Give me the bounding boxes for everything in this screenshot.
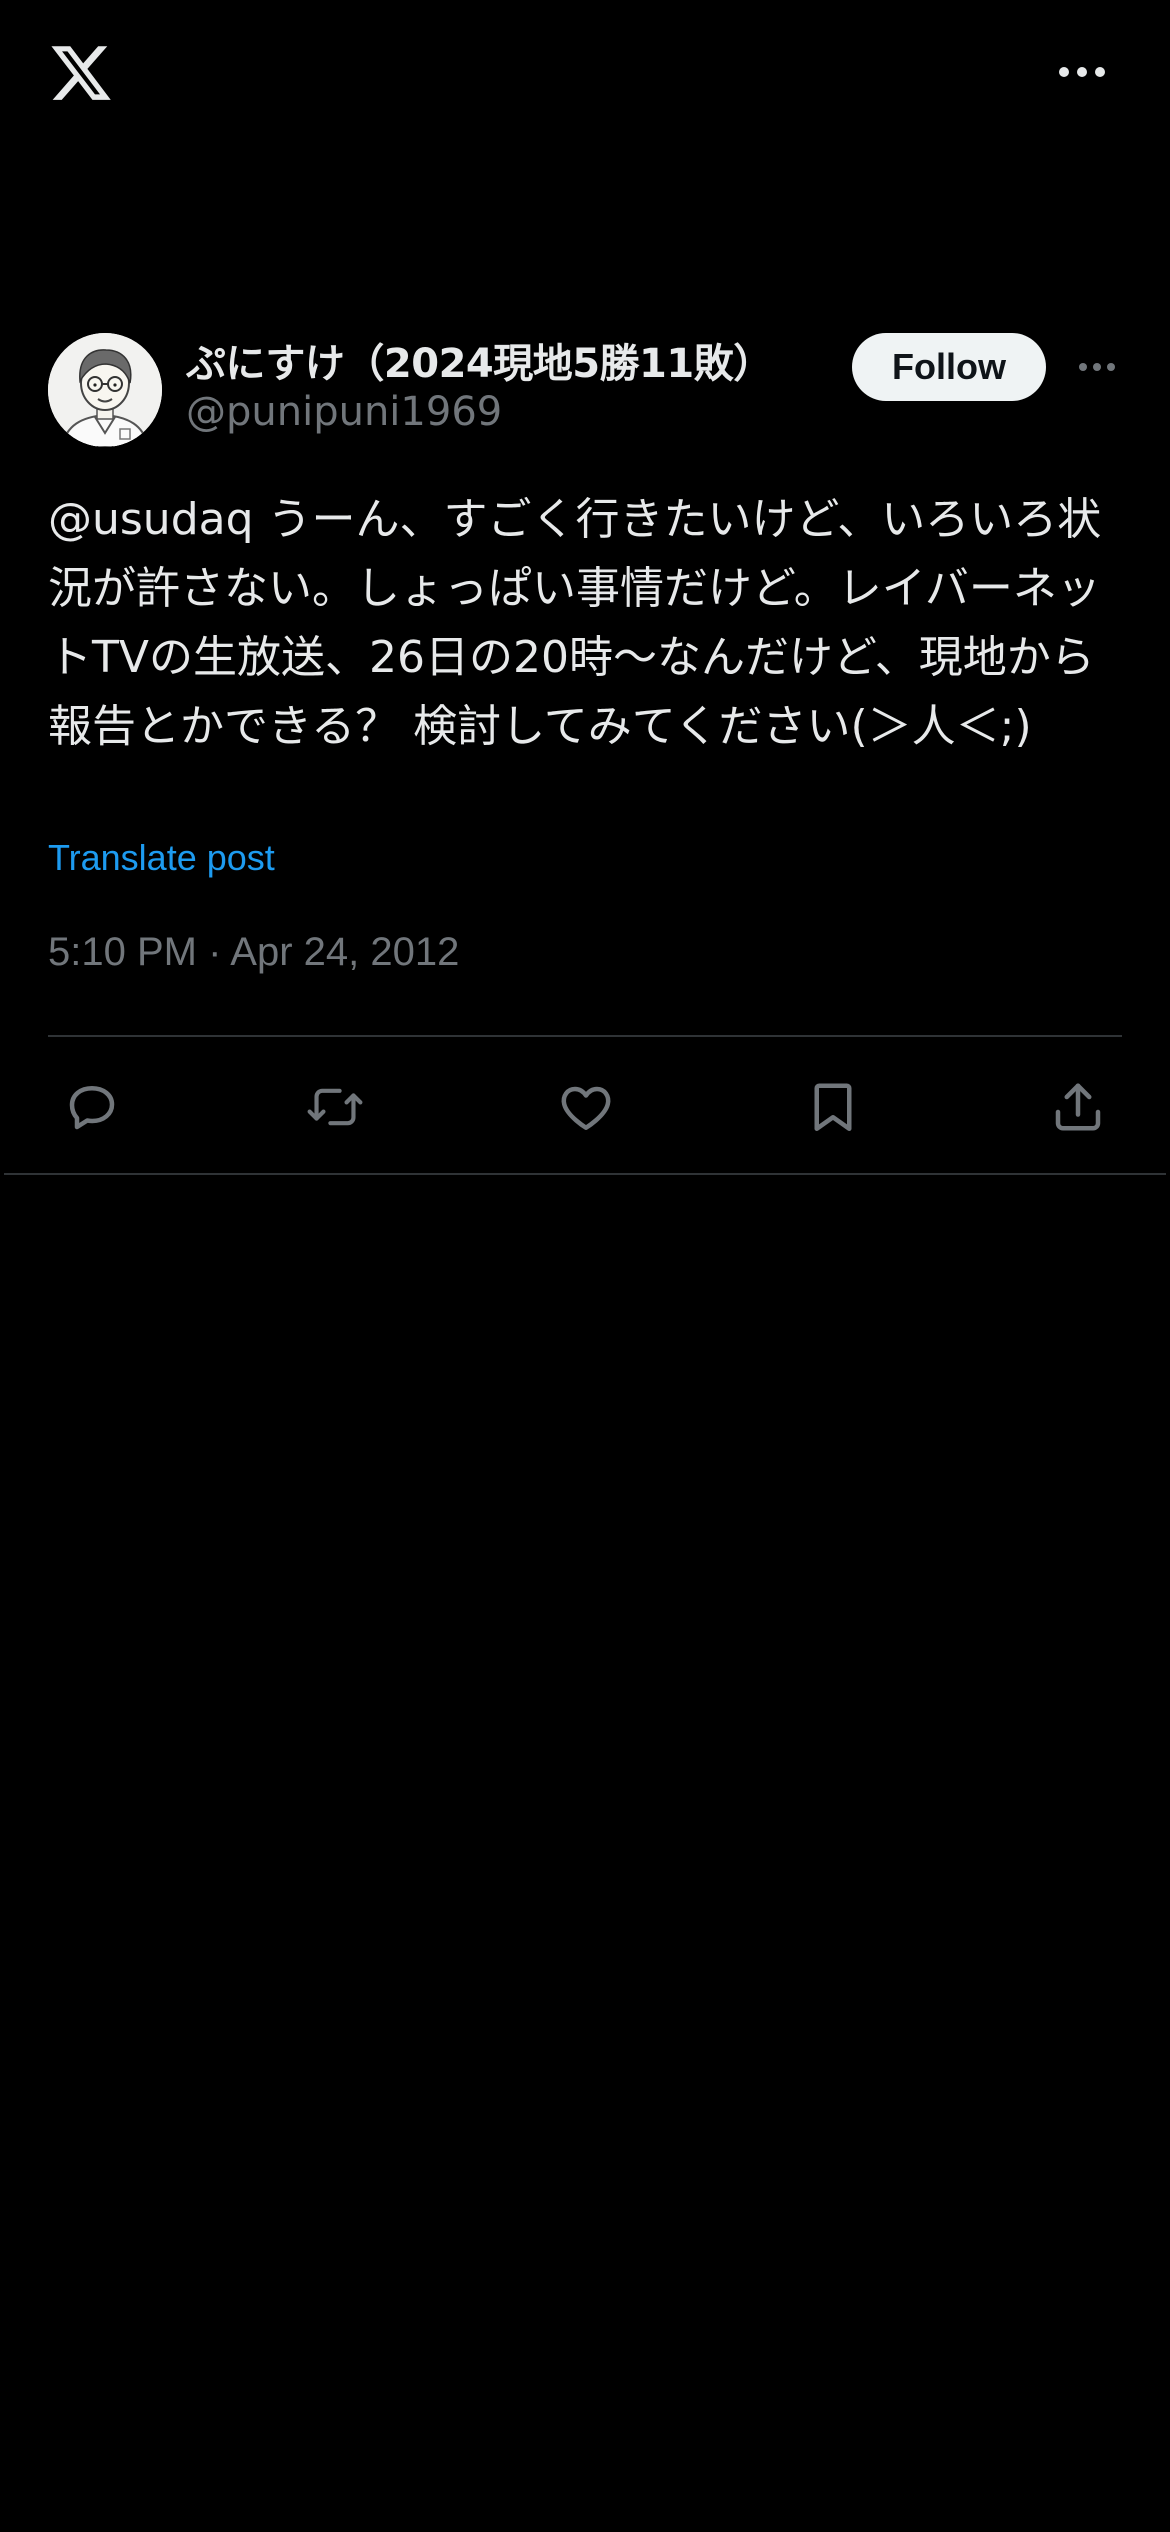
- tweet-timestamp[interactable]: 5:10 PM · Apr 24, 2012: [48, 930, 459, 975]
- tweet-text: @usudaq うーん、すごく行きたいけど、いろいろ状況が許さない。しょっぱい事…: [48, 494, 1102, 752]
- author-display-name[interactable]: ぷにすけ（2024現地5勝11敗）: [186, 331, 773, 389]
- author-handle[interactable]: @punipuni1969: [186, 389, 502, 435]
- bookmark-icon[interactable]: [803, 1077, 863, 1137]
- retweet-icon[interactable]: [305, 1077, 365, 1137]
- translate-post-link[interactable]: Translate post: [48, 837, 275, 879]
- x-logo-icon[interactable]: [48, 40, 114, 106]
- tweet-action-bar: [0, 1037, 1170, 1173]
- like-icon[interactable]: [556, 1077, 616, 1137]
- follow-button[interactable]: Follow: [852, 333, 1046, 401]
- divider: [4, 1173, 1166, 1175]
- avatar[interactable]: [48, 333, 162, 447]
- more-horizontal-icon[interactable]: [1052, 52, 1112, 92]
- top-bar: [0, 0, 1170, 150]
- reply-icon[interactable]: [62, 1077, 122, 1137]
- tweet-more-icon[interactable]: [1074, 349, 1120, 385]
- share-icon[interactable]: [1048, 1077, 1108, 1137]
